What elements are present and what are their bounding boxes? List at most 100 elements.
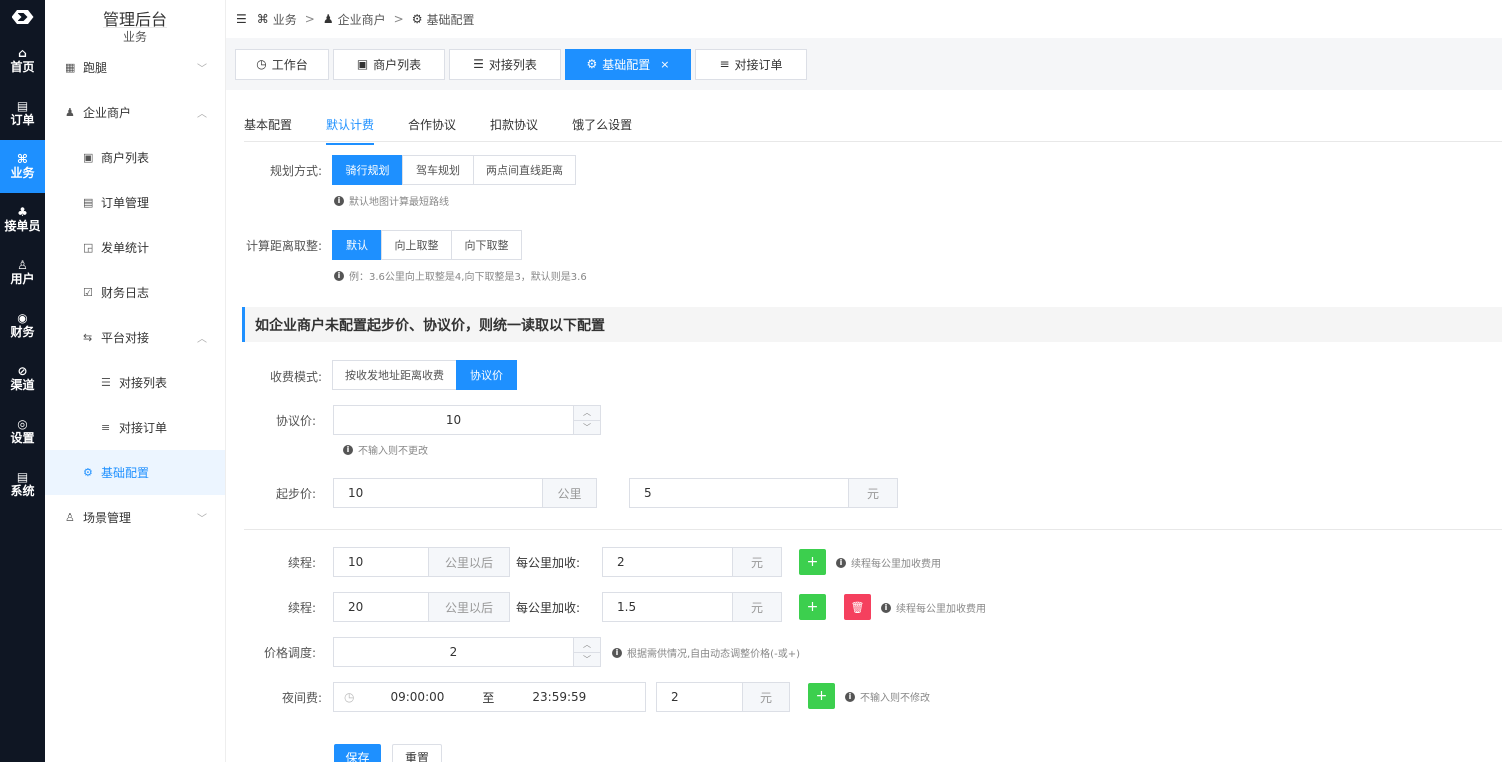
sidebar: 管理后台 业务 ▦ 跑腿 ﹀ ♟ 企业商户 ︿ ▣ 商户列表 ▤ 订单管理 ◲ 发单统计 ☑ 财… bbox=[45, 0, 226, 762]
tab-dock-orders[interactable]: ≡ 对接订单 bbox=[695, 48, 807, 80]
unit-yuan: 元 bbox=[732, 547, 782, 577]
adjust-input[interactable]: 2 bbox=[333, 637, 574, 667]
agree-price-stepper[interactable]: ︿ ﹀ bbox=[573, 405, 601, 435]
sidebar-item-label: 商户列表 bbox=[101, 151, 150, 165]
rail-item-settings[interactable]: ◎ 设置 bbox=[0, 405, 45, 458]
tab-label: 基础配置 bbox=[602, 57, 651, 72]
sidebar-item-scene[interactable]: ♙ 场景管理 ﹀ bbox=[45, 495, 225, 540]
rail-label: 订单 bbox=[10, 113, 35, 127]
sidebar-item-errand[interactable]: ▦ 跑腿 ﹀ bbox=[45, 44, 225, 90]
start-price-input[interactable]: 5 bbox=[629, 478, 849, 508]
ext-hint: i 续程每公里加收费用 bbox=[881, 600, 986, 615]
chevron-down-icon[interactable]: ﹀ bbox=[574, 421, 600, 435]
collapse-menu-icon[interactable]: ☰ bbox=[236, 12, 247, 26]
night-time-range[interactable]: ◷ 09:00:00 至 23:59:59 bbox=[333, 682, 646, 712]
add-row-button[interactable]: + bbox=[808, 683, 835, 709]
breadcrumb-item[interactable]: 企业商户 bbox=[338, 11, 386, 28]
rail-item-channel[interactable]: ⊘ 渠道 bbox=[0, 352, 45, 405]
sidebar-item-platform[interactable]: ⇆ 平台对接 ︿ bbox=[45, 315, 225, 360]
night-start-time[interactable]: 09:00:00 bbox=[390, 690, 444, 704]
rail-item-rider[interactable]: ♣ 接单员 bbox=[0, 193, 45, 246]
rail-label: 财务 bbox=[10, 325, 35, 339]
tab-label: 对接列表 bbox=[488, 57, 537, 72]
rail-item-users[interactable]: ♙ 用户 bbox=[0, 246, 45, 299]
hint-text: 默认地图计算最短路线 bbox=[349, 197, 449, 208]
menu-icon: ≡ bbox=[719, 57, 730, 71]
rail-item-orders[interactable]: ▤ 订单 bbox=[0, 87, 45, 140]
add-row-button[interactable]: + bbox=[799, 549, 826, 575]
sidebar-item-dock-list[interactable]: ☰ 对接列表 bbox=[45, 360, 225, 405]
round-option-down[interactable]: 向下取整 bbox=[451, 230, 522, 260]
ext-price-input[interactable]: 2 bbox=[602, 547, 733, 577]
chevron-up-icon[interactable]: ︿ bbox=[574, 638, 600, 653]
sidebar-item-enterprise[interactable]: ♟ 企业商户 ︿ bbox=[45, 90, 225, 135]
hint-text: 续程每公里加收费用 bbox=[896, 604, 986, 615]
round-option-up[interactable]: 向上取整 bbox=[381, 230, 452, 260]
chevron-up-icon[interactable]: ︿ bbox=[574, 406, 600, 421]
breadcrumb-item[interactable]: 业务 bbox=[273, 11, 297, 28]
tab-label: 商户列表 bbox=[373, 57, 422, 72]
round-mode-group: 默认 向上取整 向下取整 bbox=[332, 230, 522, 260]
merchant-icon: ♟ bbox=[322, 12, 334, 26]
sidebar-item-dock-orders[interactable]: ≡ 对接订单 bbox=[45, 405, 225, 450]
sidebar-subtitle: 业务 bbox=[45, 27, 225, 44]
sidebar-item-merchant-list[interactable]: ▣ 商户列表 bbox=[45, 135, 225, 180]
sidebar-item-label: 财务日志 bbox=[101, 286, 150, 300]
chevron-up-icon: ︿ bbox=[197, 109, 207, 120]
unit-yuan: 元 bbox=[848, 478, 898, 508]
tab-dock-list[interactable]: ☰ 对接列表 bbox=[449, 48, 561, 80]
plan-option-drive[interactable]: 驾车规划 bbox=[402, 155, 474, 185]
business-icon: ⌘ bbox=[16, 152, 29, 166]
sidebar-item-label: 基础配置 bbox=[101, 466, 150, 480]
sidebar-item-base-config[interactable]: ⚙ 基础配置 bbox=[45, 450, 225, 495]
rail-item-system[interactable]: ▤ 系统 bbox=[0, 458, 45, 511]
sidebar-item-order-manage[interactable]: ▤ 订单管理 bbox=[45, 180, 225, 225]
add-row-button[interactable]: + bbox=[799, 594, 826, 620]
user-icon: ♙ bbox=[65, 511, 75, 524]
agree-price-input[interactable]: 10 bbox=[333, 405, 574, 435]
sidebar-item-finance-log[interactable]: ☑ 财务日志 bbox=[45, 270, 225, 315]
add-label: 每公里加收: bbox=[516, 556, 581, 570]
close-icon[interactable]: × bbox=[660, 58, 669, 71]
rail-item-business[interactable]: ⌘ 业务 bbox=[0, 140, 45, 193]
rail-item-home[interactable]: ⌂ 首页 bbox=[0, 34, 45, 87]
mode-option-distance[interactable]: 按收发地址距离收费 bbox=[332, 360, 457, 390]
plan-option-straight[interactable]: 两点间直线距离 bbox=[473, 155, 576, 185]
mode-label: 收费模式: bbox=[269, 370, 322, 384]
sidebar-item-dispatch-stats[interactable]: ◲ 发单统计 bbox=[45, 225, 225, 270]
tab-label: 对接订单 bbox=[734, 57, 783, 72]
reset-button[interactable]: 重置 bbox=[392, 744, 442, 762]
ext-km-input[interactable]: 20 bbox=[333, 592, 429, 622]
sidebar-item-label: 对接列表 bbox=[119, 376, 168, 390]
unit-km-after: 公里以后 bbox=[428, 547, 510, 577]
mode-option-agreement[interactable]: 协议价 bbox=[456, 360, 517, 390]
ext-km-input[interactable]: 10 bbox=[333, 547, 429, 577]
tab-base-config[interactable]: ⚙ 基础配置 × bbox=[565, 48, 691, 80]
hint-text: 根据需供情况,自由动态调整价格(-或+) bbox=[627, 649, 800, 660]
save-button[interactable]: 保存 bbox=[334, 744, 381, 762]
night-price-input[interactable]: 2 bbox=[656, 682, 743, 712]
plan-option-bike[interactable]: 骑行规划 bbox=[332, 155, 403, 185]
round-label: 计算距离取整: bbox=[245, 239, 322, 253]
unit-yuan: 元 bbox=[732, 592, 782, 622]
ext-price-input[interactable]: 1.5 bbox=[602, 592, 733, 622]
round-option-default[interactable]: 默认 bbox=[332, 230, 382, 260]
info-icon: i bbox=[881, 602, 891, 613]
tab-workbench[interactable]: ◷ 工作台 bbox=[235, 48, 329, 80]
delete-row-button[interactable]: 🗑 bbox=[844, 594, 871, 620]
night-end-time[interactable]: 23:59:59 bbox=[532, 690, 586, 704]
breadcrumb: ☰ ⌘ 业务 > ♟ 企业商户 > ⚙ 基础配置 bbox=[226, 0, 1502, 38]
chevron-down-icon[interactable]: ﹀ bbox=[574, 653, 600, 667]
rail-label: 用户 bbox=[10, 272, 35, 286]
gear-icon: ⚙ bbox=[83, 466, 93, 479]
swap-icon: ⇆ bbox=[83, 331, 93, 344]
adjust-stepper[interactable]: ︿ ﹀ bbox=[573, 637, 601, 667]
chevron-up-icon: ︿ bbox=[197, 334, 207, 345]
breadcrumb-separator: > bbox=[393, 12, 404, 26]
gear-icon: ⚙ bbox=[411, 12, 423, 26]
start-km-input[interactable]: 10 bbox=[333, 478, 543, 508]
rail-item-finance[interactable]: ◉ 财务 bbox=[0, 299, 45, 352]
plan-label: 规划方式: bbox=[269, 164, 322, 178]
tab-merchant-list[interactable]: ▣ 商户列表 bbox=[333, 48, 445, 80]
gear-icon: ⚙ bbox=[586, 57, 598, 71]
